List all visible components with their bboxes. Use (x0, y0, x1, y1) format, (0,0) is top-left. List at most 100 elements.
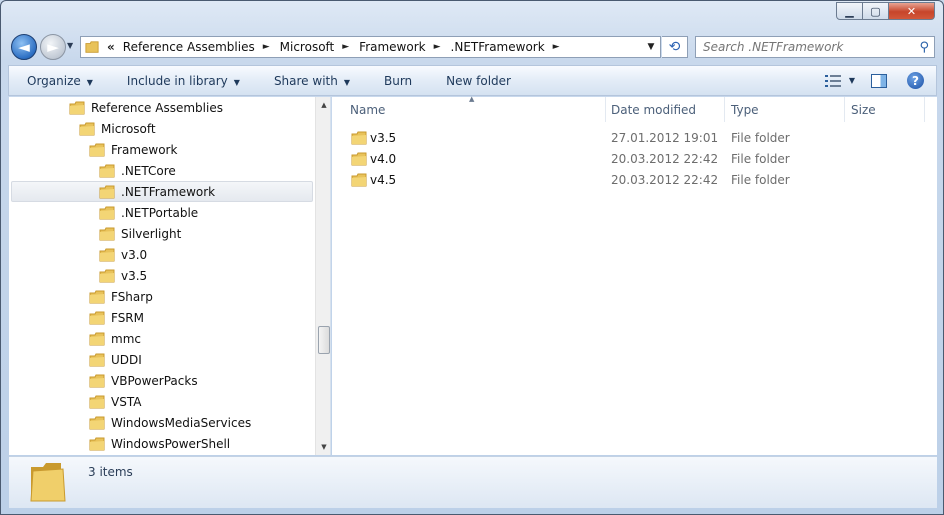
breadcrumb-separator-icon[interactable]: ► (553, 42, 560, 52)
preview-pane-icon[interactable] (871, 73, 887, 88)
search-box[interactable]: ⚲ (695, 36, 935, 58)
tree-item[interactable]: .NETPortable (99, 202, 198, 223)
folder-icon (99, 227, 115, 240)
scroll-up-icon[interactable]: ▲ (316, 97, 330, 113)
new-folder-button[interactable]: New folder (428, 74, 527, 88)
chevron-down-icon: ▼ (233, 77, 240, 87)
tree-item[interactable]: Silverlight (99, 223, 181, 244)
forward-button[interactable]: ► (40, 34, 66, 60)
tree-item[interactable]: UDDI (89, 349, 142, 370)
view-options-chevron-icon[interactable]: ▼ (849, 76, 855, 85)
column-header-date-modified[interactable]: Date modified (605, 97, 724, 122)
folder-icon (89, 332, 105, 345)
folder-icon (89, 395, 105, 408)
folder-icon (99, 206, 115, 219)
navigation-pane[interactable]: Reference Assemblies Microsoft Framework .N… (9, 97, 331, 455)
folder-icon (89, 374, 105, 387)
tree-item[interactable]: WindowsPowerShell (89, 433, 230, 454)
minimize-button[interactable]: ▁ (836, 2, 863, 20)
tree-item-label: VBPowerPacks (111, 373, 198, 388)
folder-icon (351, 173, 367, 187)
scroll-thumb[interactable] (318, 326, 330, 354)
navigation-bar: ◄ ► ▼ « Reference Assemblies ► Microsoft… (1, 33, 943, 61)
table-row[interactable]: v4.5 20.03.2012 22:42 File folder (332, 170, 937, 191)
tree-item[interactable]: Microsoft (79, 118, 156, 139)
view-details-icon[interactable] (824, 74, 841, 87)
search-input[interactable] (696, 40, 906, 54)
breadcrumb-separator-icon[interactable]: ► (342, 42, 349, 52)
tree-item-label: .NETPortable (121, 205, 199, 220)
table-row[interactable]: v4.0 20.03.2012 22:42 File folder (332, 149, 937, 170)
file-date-modified: 20.03.2012 22:42 (611, 152, 719, 166)
file-date-modified: 27.01.2012 19:01 (611, 131, 719, 145)
folder-icon (89, 416, 105, 429)
recent-pages-button[interactable]: ▼ (67, 41, 73, 50)
breadcrumb-overflow[interactable]: « (107, 40, 115, 54)
caption-buttons: ▁ ▢ ✕ (836, 2, 935, 20)
view-controls: ▼ ? (824, 72, 936, 89)
back-button[interactable]: ◄ (11, 34, 37, 60)
breadcrumb-netframework[interactable]: .NETFramework (451, 40, 545, 54)
include-in-library-label: Include in library (126, 73, 228, 88)
file-type: File folder (731, 131, 790, 145)
scroll-down-icon[interactable]: ▼ (316, 439, 330, 455)
table-row[interactable]: v3.5 27.01.2012 19:01 File folder (332, 128, 937, 149)
share-with-button[interactable]: Share with ▼ (256, 74, 366, 88)
organize-button[interactable]: Organize ▼ (9, 74, 109, 88)
folder-icon (89, 437, 105, 450)
chevron-down-icon: ▼ (86, 77, 93, 87)
folder-icon (79, 122, 95, 135)
folder-icon (351, 152, 367, 166)
tree-item[interactable]: Framework (89, 139, 177, 160)
tree-item-label: .NETCore (121, 163, 176, 178)
tree-item-label: WindowsMediaServices (111, 415, 252, 430)
tree-item[interactable]: mmc (89, 328, 141, 349)
organize-label: Organize (27, 73, 81, 88)
breadcrumb-framework[interactable]: Framework (359, 40, 425, 54)
folder-icon (89, 311, 105, 324)
refresh-button[interactable]: ⟲ (662, 36, 688, 58)
tree-item[interactable]: v3.5 (99, 265, 147, 286)
tree-item[interactable]: .NETFramework (11, 181, 313, 202)
folder-icon (99, 269, 115, 282)
address-bar[interactable]: « Reference Assemblies ► Microsoft ► Fra… (80, 36, 661, 58)
folder-icon (69, 101, 85, 114)
file-date-modified: 20.03.2012 22:42 (611, 173, 719, 187)
breadcrumb-microsoft[interactable]: Microsoft (280, 40, 335, 54)
breadcrumb-reference-assemblies[interactable]: Reference Assemblies (123, 40, 255, 54)
column-header-size[interactable]: Size (845, 97, 924, 122)
folder-icon (351, 131, 367, 145)
chevron-down-icon: ▼ (343, 77, 350, 87)
tree-item-label: Microsoft (101, 121, 156, 136)
address-dropdown-icon[interactable]: ▼ (642, 42, 660, 52)
include-in-library-button[interactable]: Include in library ▼ (109, 74, 256, 88)
nav-scrollbar[interactable]: ▲ ▼ (315, 97, 330, 455)
folder-icon (89, 353, 105, 366)
tree-item[interactable]: FSRM (89, 307, 144, 328)
column-header-type[interactable]: Type (725, 97, 844, 122)
maximize-button[interactable]: ▢ (863, 2, 889, 20)
tree-item[interactable]: Reference Assemblies (69, 97, 223, 118)
tree-item-label: WindowsPowerShell (111, 436, 231, 451)
tree-item-label: VSTA (111, 394, 142, 409)
tree-item-label: Reference Assemblies (91, 100, 223, 115)
new-folder-label: New folder (446, 73, 511, 88)
file-name: v4.5 (370, 173, 397, 187)
tree-item[interactable]: v3.0 (99, 244, 147, 265)
help-icon[interactable]: ? (907, 72, 924, 89)
breadcrumb-separator-icon[interactable]: ► (263, 42, 270, 52)
breadcrumb-separator-icon[interactable]: ► (434, 42, 441, 52)
file-type: File folder (731, 152, 790, 166)
tree-item[interactable]: .NETCore (99, 160, 176, 181)
tree-item[interactable]: VBPowerPacks (89, 370, 198, 391)
command-bar: Organize ▼ Include in library ▼ Share with… (8, 65, 937, 96)
burn-label: Burn (384, 73, 413, 88)
burn-button[interactable]: Burn (366, 74, 428, 88)
column-divider[interactable] (924, 97, 925, 122)
tree-item[interactable]: VSTA (89, 391, 141, 412)
close-button[interactable]: ✕ (889, 2, 935, 20)
tree-item[interactable]: FSharp (89, 286, 153, 307)
tree-item[interactable]: WindowsMediaServices (89, 412, 251, 433)
column-header-name[interactable]: Name (344, 97, 604, 122)
search-icon[interactable]: ⚲ (919, 40, 929, 55)
